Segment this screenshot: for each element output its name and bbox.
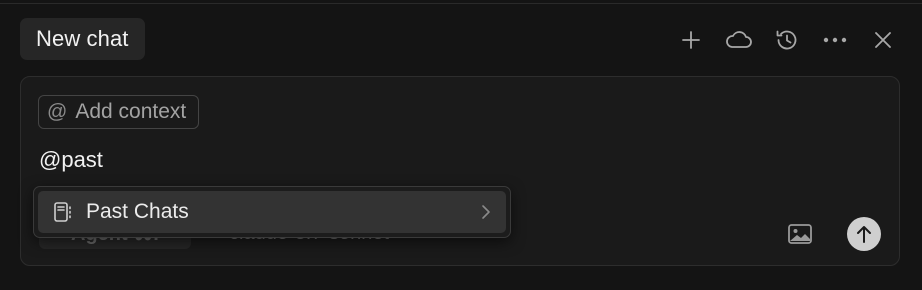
message-input[interactable]: @past	[39, 147, 103, 173]
close-icon	[875, 32, 891, 48]
send-button[interactable]	[847, 217, 881, 251]
mention-menu: Past Chats	[33, 186, 511, 238]
history-button[interactable]	[768, 21, 806, 59]
close-button[interactable]	[864, 21, 902, 59]
add-context-button[interactable]: @ Add context	[38, 95, 200, 129]
add-context-label: Add context	[75, 100, 187, 123]
menu-item-past-chats[interactable]: Past Chats	[38, 191, 506, 233]
plus-icon	[682, 31, 700, 49]
menu-item-label: Past Chats	[86, 200, 189, 223]
cloud-icon	[726, 31, 752, 48]
history-icon	[776, 30, 797, 50]
image-icon	[788, 224, 812, 244]
new-chat-button[interactable]	[672, 21, 710, 59]
arrow-up-icon	[857, 226, 871, 243]
notebook-icon	[54, 202, 71, 222]
chat-panel: New chat @ Add context @past Past Chats	[0, 0, 922, 290]
chevron-right-icon	[482, 205, 490, 219]
at-sign-icon: @	[47, 100, 68, 123]
top-divider	[0, 3, 922, 4]
chat-header: New chat	[20, 18, 902, 62]
header-actions	[672, 18, 902, 62]
more-options-button[interactable]	[816, 21, 854, 59]
tab-new-chat[interactable]: New chat	[20, 18, 145, 60]
cloud-button[interactable]	[720, 21, 758, 59]
more-icon	[823, 37, 847, 43]
attach-image-button[interactable]	[785, 219, 815, 249]
